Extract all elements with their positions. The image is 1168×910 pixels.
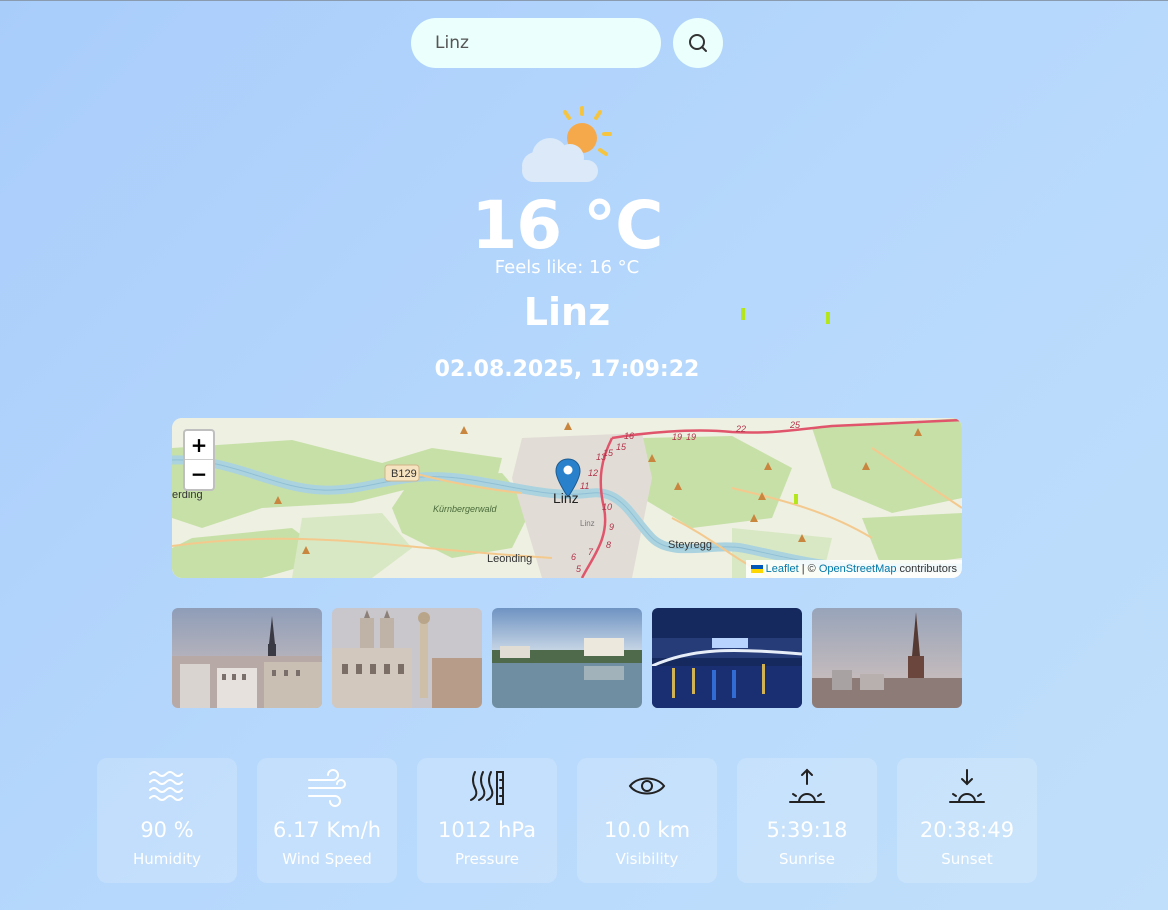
sunset-value: 20:38:49 — [919, 818, 1015, 842]
svg-text:B129: B129 — [391, 468, 417, 480]
visibility-card: 10.0 km Visibility — [577, 758, 717, 883]
search-input[interactable] — [411, 18, 661, 68]
search-icon — [689, 34, 707, 52]
wind-card: 6.17 Km/h Wind Speed — [257, 758, 397, 883]
sunset-card: 20:38:49 Sunset — [897, 758, 1037, 883]
map[interactable]: B129 Kürnbergerwald Leonding Steyregg er… — [172, 418, 962, 578]
sunrise-label: Sunrise — [779, 850, 835, 868]
svg-text:25: 25 — [789, 420, 801, 430]
partly-cloudy-icon — [522, 106, 612, 182]
svg-text:6: 6 — [571, 552, 576, 562]
wind-speed-label: Wind Speed — [282, 850, 372, 868]
ukraine-flag-icon — [750, 565, 763, 574]
eye-icon — [628, 777, 666, 795]
sunrise-icon — [789, 768, 825, 803]
map-attribution: Leaflet | © OpenStreetMap contributors — [745, 560, 962, 578]
city-photo-4[interactable] — [652, 608, 802, 708]
marker-label: Linz — [553, 490, 579, 506]
date-time: 02.08.2025, 17:09:22 — [434, 357, 700, 382]
city-photo-1[interactable] — [172, 608, 322, 708]
sunrise-card: 5:39:18 Sunrise — [737, 758, 877, 883]
pressure-value: 1012 hPa — [437, 818, 537, 842]
window-top-border — [0, 0, 1168, 1]
svg-text:16: 16 — [624, 431, 634, 441]
humidity-card: 90 % Humidity — [97, 758, 237, 883]
city-photo-5[interactable] — [812, 608, 962, 708]
pressure-card: 1012 hPa Pressure — [417, 758, 557, 883]
pressure-label: Pressure — [454, 850, 520, 868]
svg-text:19: 19 — [686, 432, 696, 442]
sunset-icon — [949, 769, 985, 803]
temperature: 16 °C — [471, 187, 663, 264]
wind-icon — [308, 769, 346, 807]
svg-text:13: 13 — [596, 452, 606, 462]
attribution-separator: | © — [798, 563, 819, 575]
search-button[interactable] — [673, 18, 723, 68]
sunrise-value: 5:39:18 — [766, 818, 848, 842]
leaflet-link[interactable]: Leaflet — [766, 563, 799, 575]
osm-link[interactable]: OpenStreetMap — [819, 563, 897, 575]
city-name: Linz — [523, 290, 611, 334]
svg-text:Steyregg: Steyregg — [668, 539, 712, 551]
zoom-control: + − — [183, 429, 215, 491]
sunset-label: Sunset — [941, 850, 993, 868]
svg-text:Leonding: Leonding — [487, 553, 532, 565]
humidity-label: Humidity — [132, 850, 201, 868]
wind-speed-value: 6.17 Km/h — [272, 818, 382, 842]
svg-text:Kürnbergerwald: Kürnbergerwald — [433, 504, 498, 514]
svg-text:22: 22 — [735, 424, 746, 434]
svg-text:11: 11 — [580, 481, 589, 491]
visibility-label: Visibility — [615, 850, 679, 868]
svg-text:19: 19 — [672, 432, 682, 442]
humidity-icon — [149, 771, 183, 801]
svg-text:9: 9 — [609, 522, 614, 532]
zoom-in-button[interactable]: + — [185, 431, 213, 460]
city-photo-3[interactable] — [492, 608, 642, 708]
attribution-suffix: contributors — [896, 563, 957, 575]
pressure-icon — [470, 771, 504, 805]
svg-text:12: 12 — [588, 468, 598, 478]
decorative-mark — [741, 308, 745, 320]
svg-text:15: 15 — [616, 442, 627, 452]
zoom-out-button[interactable]: − — [185, 460, 213, 489]
feels-like: Feels like: 16 °C — [494, 257, 640, 278]
svg-text:Linz: Linz — [580, 519, 595, 528]
humidity-value: 90 % — [140, 818, 194, 842]
visibility-value: 10.0 km — [603, 818, 691, 842]
svg-text:8: 8 — [606, 540, 611, 550]
svg-text:10: 10 — [602, 502, 612, 512]
city-photo-2[interactable] — [332, 608, 482, 708]
decorative-mark — [826, 312, 830, 324]
